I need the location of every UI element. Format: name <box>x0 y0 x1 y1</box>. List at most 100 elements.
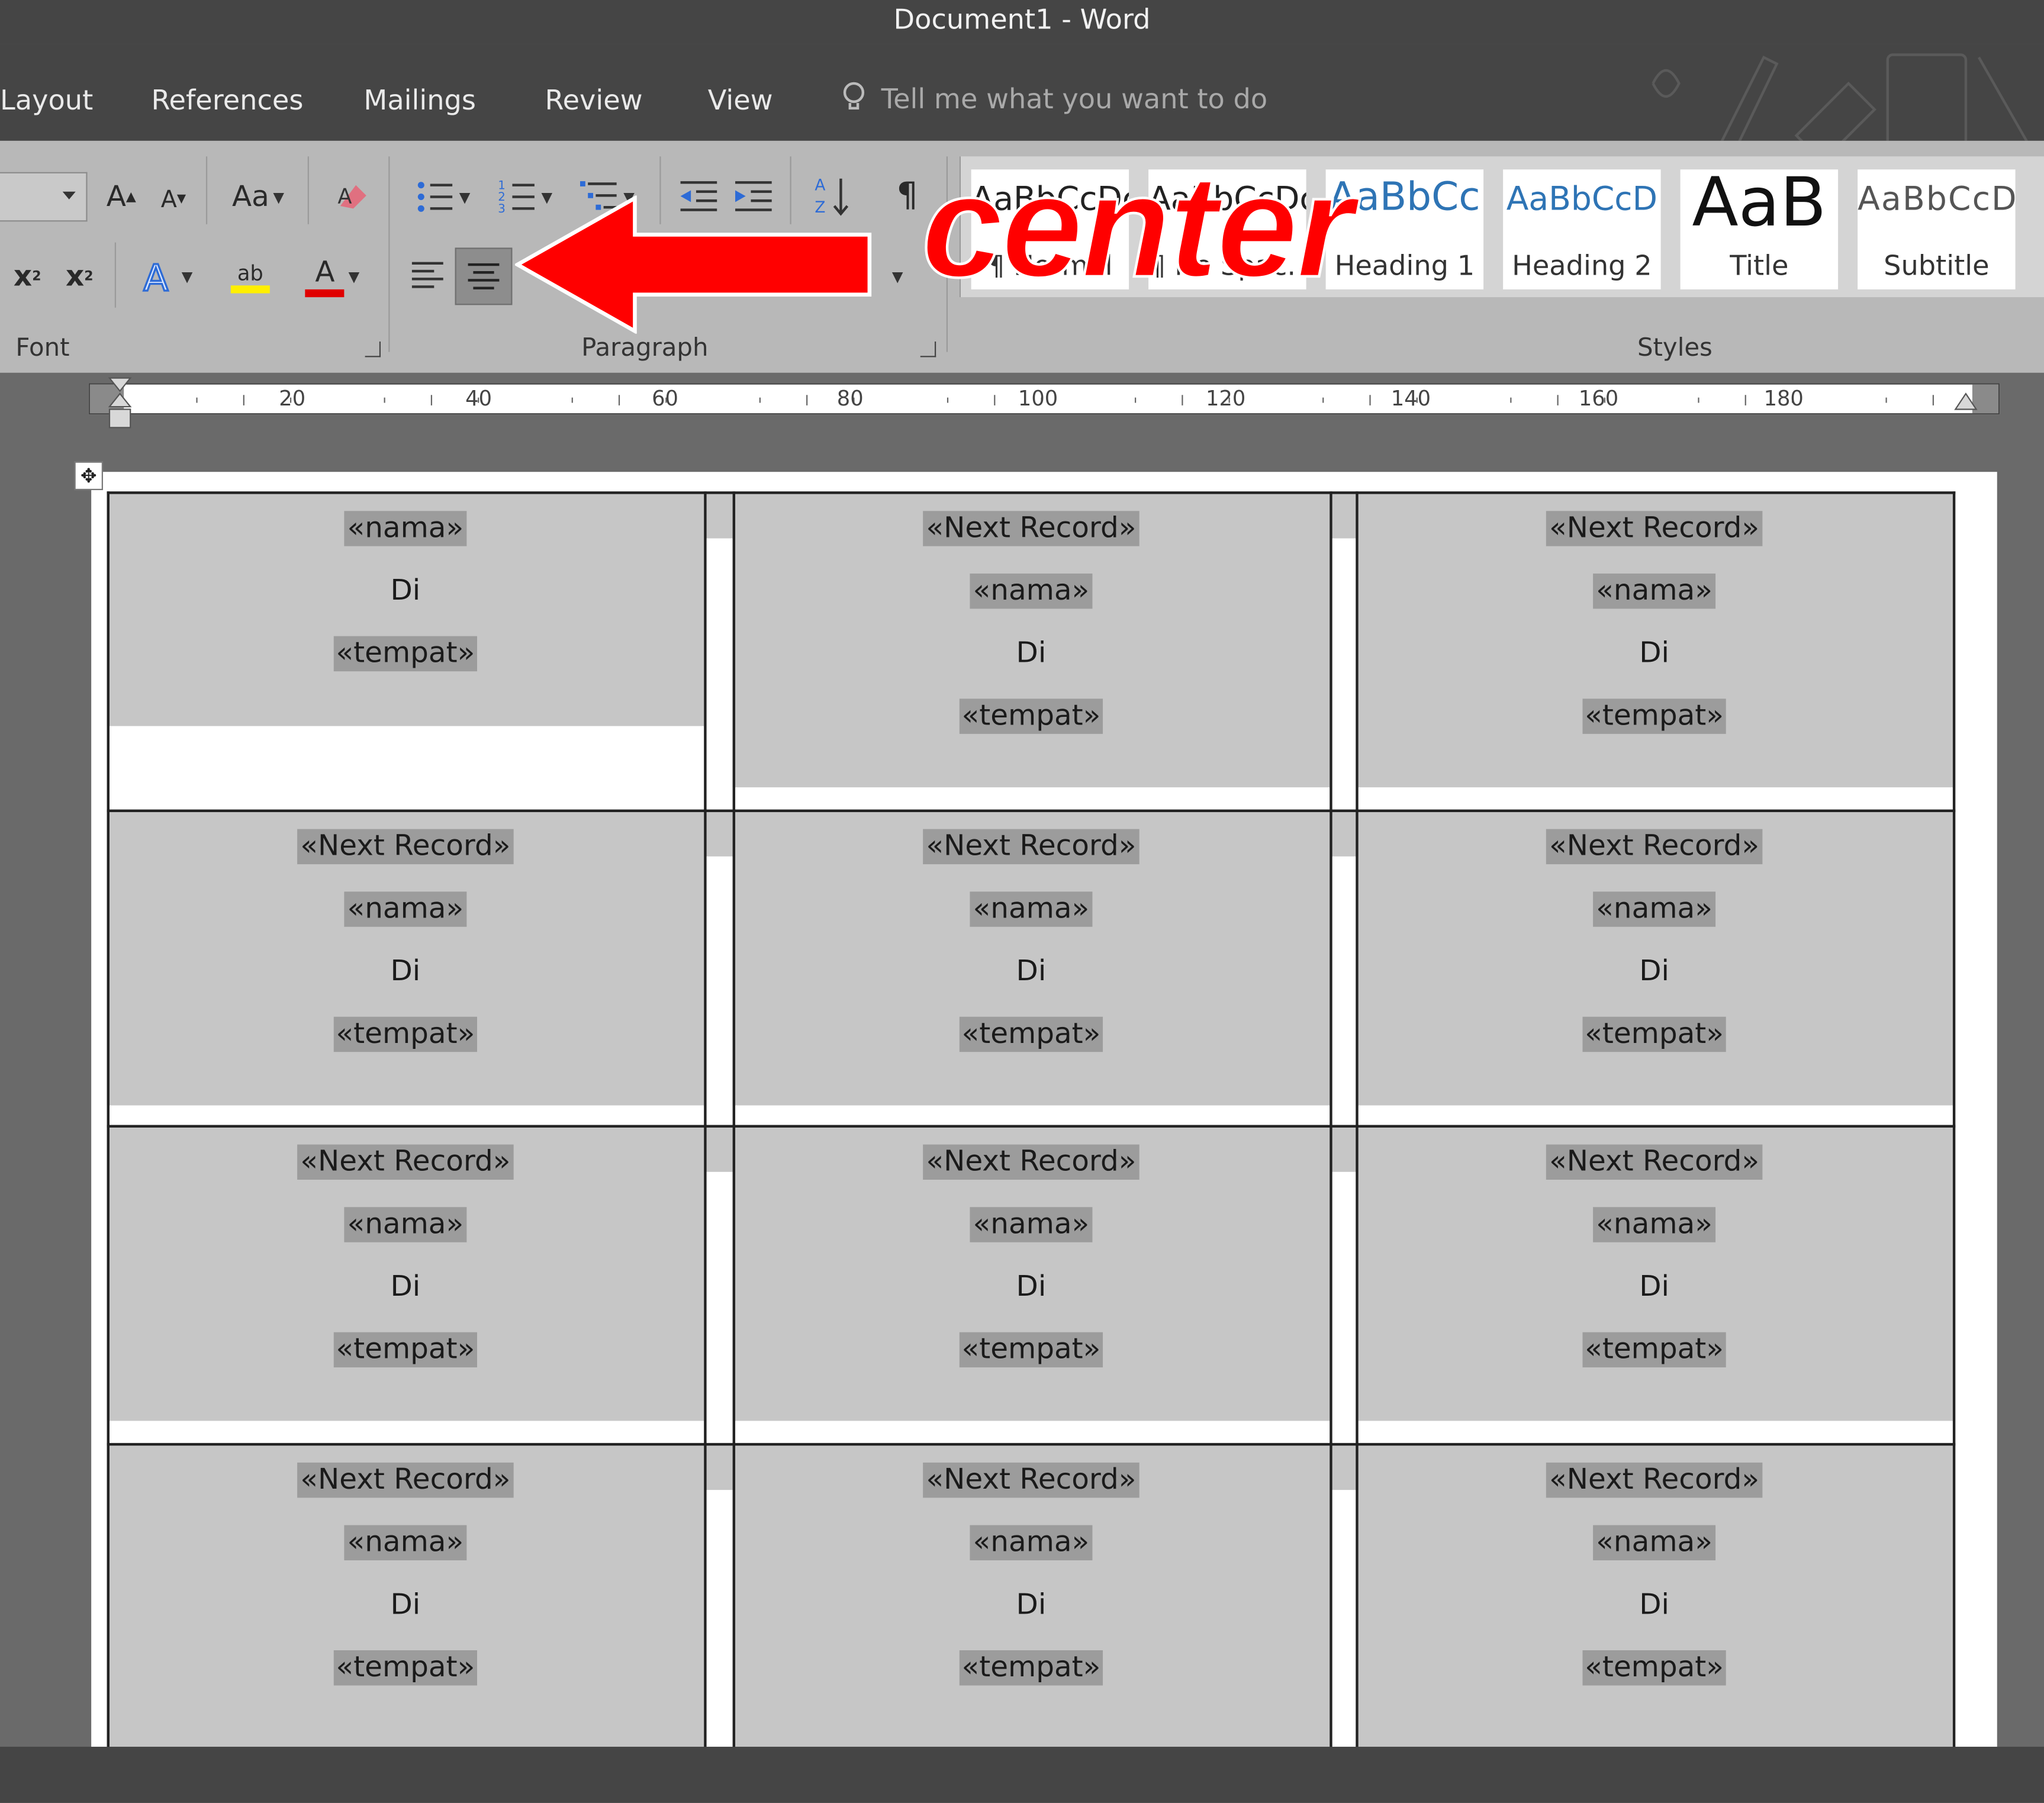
indent-marker-icon[interactable] <box>107 375 133 430</box>
static-text: Di <box>1639 1271 1669 1304</box>
table-border <box>1952 491 1956 1751</box>
tab-references[interactable]: References <box>151 85 303 116</box>
label-cell[interactable]: «Next Record» «nama» Di «tempat» <box>732 491 1330 809</box>
table-border <box>107 1125 1956 1128</box>
align-center-icon <box>468 263 500 289</box>
style-heading-2[interactable]: AaBbCcD Heading 2 <box>1503 169 1661 289</box>
table-move-handle-icon[interactable]: ✥ <box>74 461 103 491</box>
label-cell[interactable]: «Next Record» «nama» Di «tempat» <box>1356 1125 1953 1443</box>
labels-table: «nama» Di «tempat» «Next Record» «nama» Di «te… <box>107 491 1956 1751</box>
merge-field: «tempat» <box>1356 1016 1953 1052</box>
static-text: Di <box>1016 1589 1047 1622</box>
highlight-color-button[interactable]: ab <box>214 250 287 302</box>
merge-field: «nama» <box>107 511 704 546</box>
label-cell[interactable]: «Next Record» «nama» Di «tempat» <box>732 1443 1330 1751</box>
merge-field: «tempat» <box>1356 1332 1953 1368</box>
style-subtitle[interactable]: AaBbCcD Subtitle <box>1858 169 2016 289</box>
ruler-label: 180 <box>1763 385 1804 411</box>
lightbulb-icon <box>843 82 865 110</box>
merge-field: «tempat» <box>1356 1650 1953 1686</box>
tab-mailings[interactable]: Mailings <box>363 85 476 116</box>
svg-text:A: A <box>144 257 169 296</box>
tab-layout[interactable]: Layout <box>0 85 93 116</box>
word-window: Document1 - Word Layout References Maili… <box>0 0 2044 1803</box>
merge-field: «nama» <box>1356 573 1953 609</box>
font-size-dropdown[interactable] <box>0 172 88 222</box>
spacer-column <box>705 1443 733 1751</box>
table-border <box>107 1443 1956 1446</box>
merge-field: «nama» <box>1356 891 1953 927</box>
spacer-column <box>1331 491 1359 810</box>
merge-field: «tempat» <box>733 698 1330 734</box>
horizontal-ruler[interactable]: 20 40 60 80 100 120 140 160 180 <box>0 372 2044 436</box>
bullets-button[interactable]: ▼ <box>407 172 479 222</box>
text-effects-icon[interactable]: A ▼ <box>130 250 203 302</box>
next-record-field: «Next Record» <box>107 1462 704 1498</box>
spacer-column <box>705 809 733 1125</box>
tab-review[interactable]: Review <box>545 85 643 116</box>
ruler-label: 20 <box>279 385 306 411</box>
subscript-button[interactable]: x2 <box>5 253 50 300</box>
label-cell[interactable]: «Next Record» «nama» Di «tempat» <box>1356 1443 1953 1751</box>
tab-view[interactable]: View <box>708 85 773 116</box>
spacer-column <box>1331 809 1359 1125</box>
merge-field: «tempat» <box>107 1016 704 1052</box>
next-record-field: «Next Record» <box>1356 829 1953 865</box>
styles-group-label: Styles <box>1637 333 1713 363</box>
static-text: Di <box>1639 637 1669 670</box>
next-record-field: «Next Record» <box>1356 1144 1953 1180</box>
label-cell[interactable]: «Next Record» «nama» Di «tempat» <box>732 1125 1330 1443</box>
ruler-label: 120 <box>1206 385 1246 411</box>
paragraph-group-label: Paragraph <box>581 333 709 363</box>
merge-field: «tempat» <box>107 636 704 672</box>
merge-field: «tempat» <box>733 1016 1330 1052</box>
merge-field: «nama» <box>733 1207 1330 1242</box>
font-color-button[interactable]: A ▼ <box>295 250 371 302</box>
merge-field: «tempat» <box>1356 698 1953 734</box>
merge-field: «nama» <box>107 891 704 927</box>
grow-font-button[interactable]: A ▲ <box>102 175 141 219</box>
ruler-label: 60 <box>652 385 678 411</box>
merge-field: «nama» <box>1356 1207 1953 1242</box>
status-bar <box>0 1746 2044 1803</box>
svg-text:3: 3 <box>498 202 506 215</box>
table-border <box>107 491 1956 494</box>
shrink-font-button[interactable]: A ▼ <box>154 180 193 219</box>
align-center-button[interactable] <box>455 247 513 305</box>
superscript-button[interactable]: x2 <box>57 253 102 300</box>
label-cell[interactable]: «Next Record» «nama» Di «tempat» <box>732 809 1330 1125</box>
ribbon-tabs: Layout References Mailings Review View T… <box>0 44 2044 141</box>
label-cell[interactable]: «Next Record» «nama» Di «tempat» <box>107 1125 704 1443</box>
paragraph-dialog-launcher[interactable] <box>920 341 936 358</box>
merge-field: «nama» <box>733 573 1330 609</box>
tell-me-box[interactable]: Tell me what you want to do <box>839 81 1267 115</box>
spacer-column <box>1331 1125 1359 1443</box>
align-left-icon[interactable] <box>401 247 453 302</box>
spacer-column <box>705 1125 733 1443</box>
clear-formatting-icon[interactable]: A <box>326 175 378 219</box>
next-record-field: «Next Record» <box>1356 511 1953 546</box>
ruler-label: 80 <box>836 385 864 411</box>
label-cell[interactable]: «Next Record» «nama» Di «tempat» <box>107 809 704 1125</box>
label-cell[interactable]: «Next Record» «nama» Di «tempat» <box>107 1443 704 1751</box>
svg-text:A: A <box>337 185 352 209</box>
merge-field: «nama» <box>733 891 1330 927</box>
style-title[interactable]: AaB Title <box>1680 169 1839 289</box>
static-text: Di <box>1639 1589 1669 1622</box>
static-text: Di <box>1016 955 1047 989</box>
right-indent-marker-icon[interactable] <box>1953 391 1979 412</box>
label-cell[interactable]: «Next Record» «nama» Di «tempat» <box>1356 809 1953 1125</box>
change-case-button[interactable]: Aa ▼ <box>221 175 294 219</box>
label-cell[interactable]: «Next Record» «nama» Di «tempat» <box>1356 491 1953 809</box>
next-record-field: «Next Record» <box>733 829 1330 865</box>
table-border <box>107 809 1956 812</box>
next-record-field: «Next Record» <box>733 511 1330 546</box>
label-cell[interactable]: «nama» Di «tempat» <box>107 491 704 809</box>
shading-dropdown[interactable]: ▼ <box>876 258 915 295</box>
window-title: Document1 - Word <box>893 4 1151 36</box>
static-text: Di <box>1639 955 1669 989</box>
ruler-label: 160 <box>1578 385 1619 411</box>
font-dialog-launcher[interactable] <box>365 341 381 358</box>
next-record-field: «Next Record» <box>733 1144 1330 1180</box>
ruler-label: 140 <box>1390 385 1431 411</box>
